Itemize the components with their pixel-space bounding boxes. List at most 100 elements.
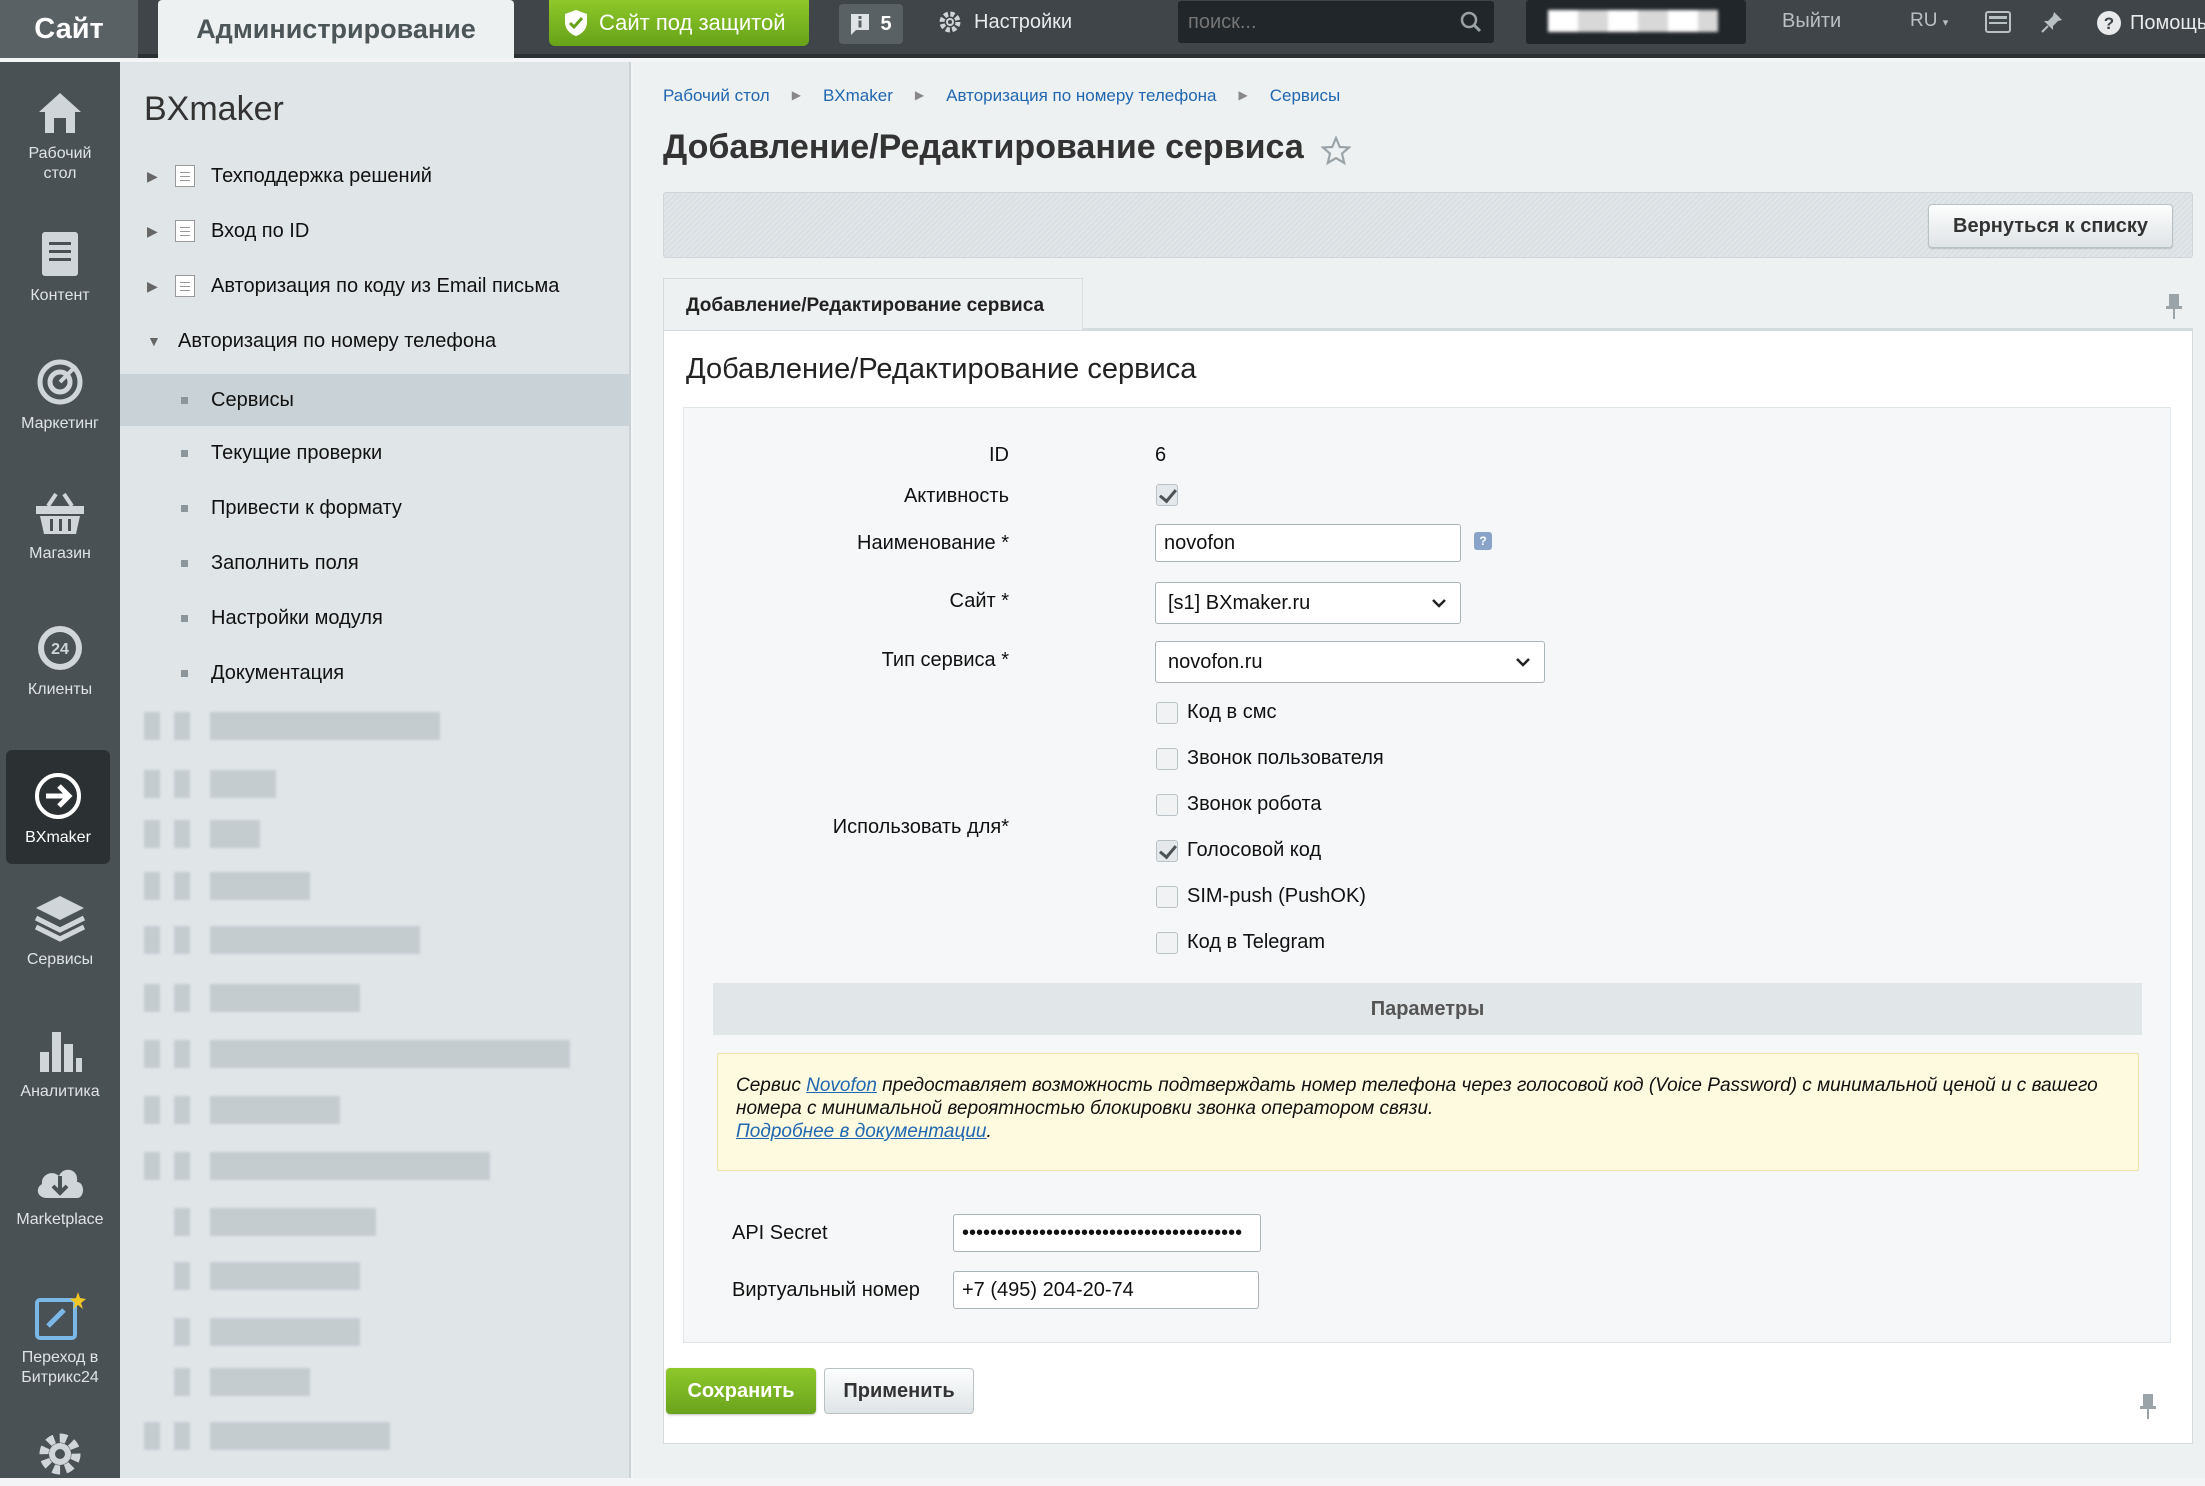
- settings-link[interactable]: Настройки: [938, 10, 1072, 34]
- menu-item-module-settings[interactable]: Настройки модуля: [120, 592, 631, 644]
- search-icon[interactable]: [1460, 11, 1482, 33]
- menu-item-phone-auth[interactable]: ▼ Авторизация по номеру телефона: [120, 315, 631, 367]
- help-link[interactable]: ? Помощь: [2096, 10, 2205, 36]
- expand-arrow-icon[interactable]: ▶: [147, 223, 158, 240]
- gear-icon: [39, 1433, 81, 1475]
- breadcrumb-item[interactable]: BXmaker: [823, 86, 893, 106]
- form-fields: ID 6 Активность Наименование * novofon ?…: [683, 407, 2171, 1343]
- rail-item-marketplace[interactable]: Marketplace: [0, 1160, 120, 1230]
- service-type-select[interactable]: novofon.ru: [1155, 641, 1545, 683]
- notifications-button[interactable]: 5: [839, 4, 903, 44]
- menu-item-current-checks[interactable]: Текущие проверки: [120, 427, 631, 479]
- docs-link[interactable]: Подробнее в документации: [736, 1121, 987, 1142]
- use-for-voice-code-checkbox[interactable]: [1156, 840, 1178, 862]
- active-checkbox[interactable]: [1156, 484, 1178, 506]
- params-section-header: Параметры: [713, 983, 2142, 1035]
- use-for-robot-call-checkbox[interactable]: [1156, 794, 1178, 816]
- back-to-list-button[interactable]: Вернуться к списку: [1928, 204, 2173, 248]
- api-secret-input[interactable]: ••••••••••••••••••••••••••••••••••••••••: [953, 1214, 1261, 1252]
- site-protected-label: Сайт под защитой: [599, 10, 786, 35]
- notifications-count: 5: [880, 12, 892, 35]
- site-select[interactable]: [s1] BXmaker.ru: [1155, 582, 1461, 624]
- content-icon: [42, 232, 78, 276]
- use-for-sim-push-label: SIM-push (PushOK): [1187, 885, 1366, 907]
- menu-item-email-code-auth[interactable]: ▶ Авторизация по коду из Email письма: [120, 260, 631, 312]
- cloud-download-icon: [37, 1169, 83, 1198]
- menu-item-fill-fields[interactable]: Заполнить поля: [120, 537, 631, 589]
- note-period: .: [986, 1121, 992, 1142]
- expand-arrow-icon[interactable]: ▶: [147, 278, 158, 295]
- admin-tab[interactable]: Администрирование: [158, 0, 514, 58]
- top-admin-bar: Сайт Администрирование Сайт под защитой …: [0, 0, 2205, 58]
- name-label: Наименование *: [857, 532, 1009, 554]
- rail-item-content[interactable]: Контент: [0, 230, 120, 306]
- main-content: Рабочий стол ▶ BXmaker ▶ Авторизация по …: [633, 62, 2205, 1478]
- menu-item-format[interactable]: Привести к формату: [120, 482, 631, 534]
- rail-item-desktop[interactable]: Рабочий стол: [0, 90, 120, 184]
- id-label: ID: [989, 444, 1009, 466]
- rail-item-analytics[interactable]: Аналитика: [0, 1028, 120, 1102]
- logout-link[interactable]: Выйти: [1782, 10, 1841, 33]
- user-name-redacted: [1548, 10, 1718, 32]
- menu-item-label: Авторизация по номеру телефона: [178, 329, 497, 352]
- use-for-sim-push-checkbox[interactable]: [1156, 886, 1178, 908]
- apply-button[interactable]: Применить: [824, 1368, 974, 1414]
- menu-item-services[interactable]: Сервисы: [120, 374, 631, 426]
- help-label: Помощь: [2130, 11, 2205, 34]
- menu-item-login-by-id[interactable]: ▶ Вход по ID: [120, 205, 631, 257]
- breadcrumb-item[interactable]: Рабочий стол: [663, 86, 770, 106]
- virtual-number-input[interactable]: +7 (495) 204-20-74: [953, 1271, 1259, 1309]
- bullet-icon: [181, 450, 188, 457]
- bitrix24-transfer-icon: [35, 1292, 86, 1340]
- search-input[interactable]: [1178, 1, 1448, 43]
- pin-icon[interactable]: [2139, 1392, 2157, 1420]
- rail-item-shop[interactable]: Магазин: [0, 490, 120, 564]
- rail-item-services[interactable]: Сервисы: [0, 894, 120, 970]
- api-secret-label: API Secret: [732, 1222, 828, 1244]
- use-for-robot-call-label: Звонок робота: [1187, 793, 1322, 815]
- breadcrumb: Рабочий стол ▶ BXmaker ▶ Авторизация по …: [663, 86, 1340, 106]
- use-for-user-call-checkbox[interactable]: [1156, 748, 1178, 770]
- favorite-star-icon[interactable]: [1321, 136, 1351, 166]
- use-for-telegram-label: Код в Telegram: [1187, 931, 1325, 953]
- site-protected-button[interactable]: Сайт под защитой: [549, 0, 809, 46]
- user-menu[interactable]: [1526, 0, 1746, 44]
- novofon-link[interactable]: Novofon: [806, 1075, 877, 1096]
- expand-arrow-icon[interactable]: ▶: [147, 168, 158, 185]
- site-select-value: [s1] BXmaker.ru: [1168, 591, 1311, 614]
- rail-item-label: BXmaker: [25, 829, 91, 846]
- language-label: RU: [1910, 10, 1938, 31]
- chevron-down-icon: [1432, 599, 1446, 608]
- use-for-sms-checkbox[interactable]: [1156, 702, 1178, 724]
- id-value: 6: [1155, 444, 1167, 466]
- page-title: Добавление/Редактирование сервиса: [663, 128, 1304, 166]
- menu-title: BXmaker: [144, 90, 284, 128]
- rail-item-label: Контент: [30, 287, 90, 304]
- use-for-telegram-checkbox[interactable]: [1156, 932, 1178, 954]
- breadcrumb-item[interactable]: Сервисы: [1270, 86, 1340, 106]
- collapse-arrow-icon[interactable]: ▼: [147, 333, 161, 349]
- rail-item-bitrix24[interactable]: Переход в Битрикс24: [0, 1290, 120, 1388]
- svg-text:?: ?: [2104, 14, 2114, 33]
- pin-icon[interactable]: [2040, 10, 2064, 34]
- menu-item-label: Техподдержка решений: [211, 164, 432, 187]
- tab-bar: Добавление/Редактирование сервиса: [663, 278, 2193, 332]
- menu-item-label: Сервисы: [211, 388, 294, 411]
- chevron-down-icon: [1516, 658, 1530, 667]
- breadcrumb-item[interactable]: Авторизация по номеру телефона: [946, 86, 1216, 106]
- save-button[interactable]: Сохранить: [666, 1368, 816, 1414]
- keyboard-icon[interactable]: [1985, 10, 2011, 34]
- language-switch[interactable]: RU ▾: [1910, 10, 1948, 32]
- rail-item-marketing[interactable]: Маркетинг: [0, 358, 120, 434]
- note-prefix: Сервис: [736, 1075, 807, 1096]
- bullet-icon: [181, 397, 188, 404]
- rail-item-clients[interactable]: 24 Клиенты: [0, 624, 120, 700]
- menu-item-docs[interactable]: Документация: [120, 647, 631, 699]
- help-hint-icon[interactable]: ?: [1474, 532, 1492, 550]
- menu-item-support[interactable]: ▶ Техподдержка решений: [120, 150, 631, 202]
- name-input[interactable]: novofon: [1155, 524, 1461, 562]
- pin-icon[interactable]: [2165, 292, 2183, 320]
- tab-edit-service[interactable]: Добавление/Редактирование сервиса: [663, 278, 1083, 332]
- rail-item-bxmaker[interactable]: BXmaker: [6, 750, 110, 864]
- site-tab[interactable]: Сайт: [0, 0, 138, 58]
